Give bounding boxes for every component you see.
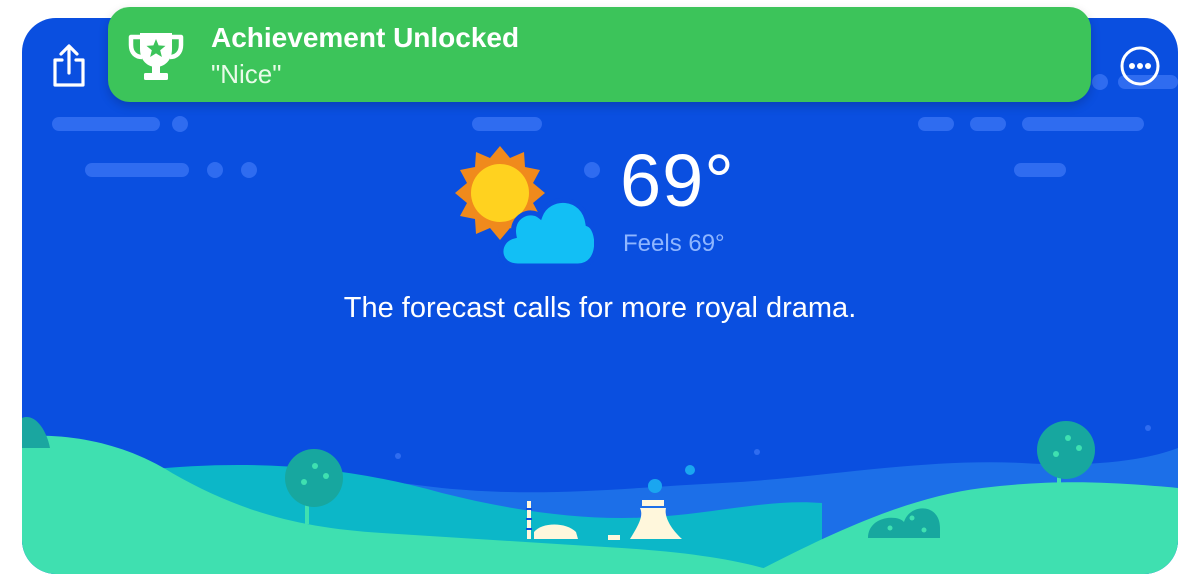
sky-dot (1145, 425, 1151, 431)
feels-like: Feels 69° (623, 230, 725, 257)
sky-dot (395, 453, 401, 459)
trophy-icon (128, 33, 184, 80)
share-icon (53, 44, 85, 87)
achievement-toast[interactable]: Achievement Unlocked "Nice" (108, 7, 1091, 102)
sky-dot (754, 449, 760, 455)
steam-dot (685, 465, 695, 475)
toast-subtitle: "Nice" (211, 59, 282, 89)
share-button[interactable] (46, 40, 92, 92)
temperature: 69° (620, 139, 735, 222)
bush (22, 417, 50, 448)
steam-dot (648, 479, 662, 493)
forecast-text: The forecast calls for more royal drama. (343, 292, 857, 324)
partly-cloudy-icon (455, 146, 594, 269)
more-options-icon[interactable] (1118, 44, 1162, 88)
toast-title: Achievement Unlocked (211, 22, 520, 53)
